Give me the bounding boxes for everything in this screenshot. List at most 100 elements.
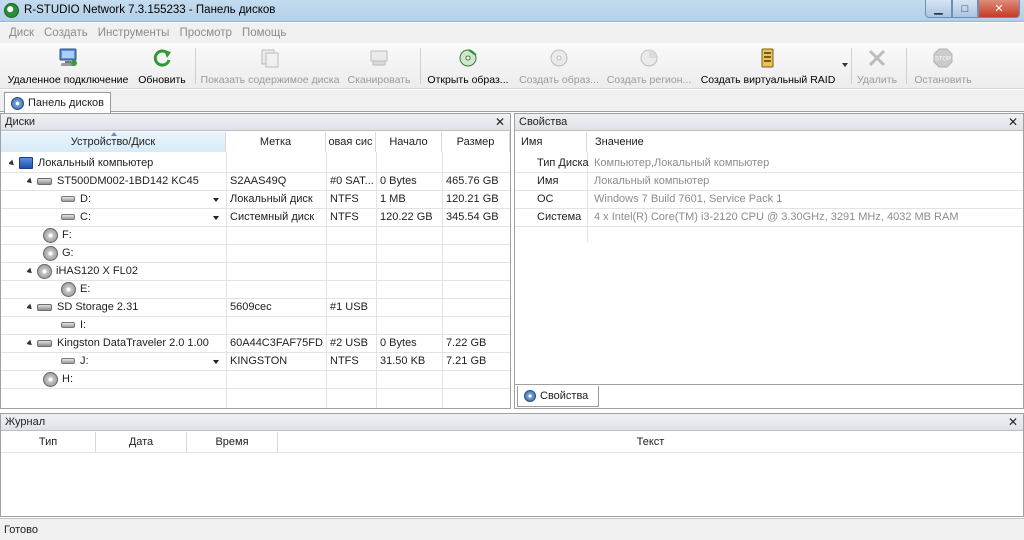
network-computer-icon	[57, 47, 79, 69]
menu-bar: Диск Создать Инструменты Просмотр Помощь	[0, 23, 1024, 43]
menu-help[interactable]: Помощь	[237, 27, 291, 39]
create-virtual-raid-button[interactable]: Создать виртуальный RAID	[700, 45, 836, 87]
tab-properties-label: Свойства	[540, 390, 589, 402]
column-start[interactable]: Начало	[376, 132, 442, 152]
device-name: I:	[80, 319, 87, 331]
column-name-label: Имя	[521, 136, 543, 148]
filesystem-cell: NTFS	[330, 355, 359, 367]
start-cell: 1 MB	[380, 193, 406, 205]
device-name: H:	[62, 373, 73, 385]
menu-disk[interactable]: Диск	[4, 27, 39, 39]
column-size[interactable]: Размер	[442, 132, 510, 152]
table-row-sd-storage[interactable]: SD Storage 2.31	[27, 298, 138, 316]
column-date[interactable]: Дата	[96, 432, 187, 452]
property-value: 4 x Intel(R) Core(TM) i3-2120 CPU @ 3.30…	[594, 211, 959, 223]
column-text-label: Текст	[636, 436, 665, 448]
tab-disk-panel[interactable]: Панель дисков	[4, 92, 111, 113]
disks-pane-close-button[interactable]: ✕	[495, 115, 505, 129]
tab-properties[interactable]: Свойства	[517, 386, 599, 407]
column-type[interactable]: Тип	[1, 432, 96, 452]
maximize-button[interactable]: □	[952, 0, 978, 18]
table-row-volume-c[interactable]: C:	[61, 208, 91, 226]
size-cell: 7.22 GB	[446, 337, 487, 349]
hard-drive-icon	[37, 339, 52, 347]
menu-tools[interactable]: Инструменты	[93, 27, 175, 39]
create-region-label: Создать регион...	[606, 74, 692, 86]
refresh-label: Обновить	[138, 74, 186, 86]
start-cell: 120.22 GB	[380, 211, 433, 223]
device-name: G:	[62, 247, 74, 259]
close-window-button[interactable]: ✕	[978, 0, 1020, 18]
volume-icon	[61, 358, 75, 364]
table-row-drive-h[interactable]: H:	[43, 370, 73, 388]
show-disk-contents-button[interactable]: Показать содержимое диска	[200, 45, 340, 87]
properties-pane: Свойства ✕ Имя Значение Тип Диска Компью…	[514, 113, 1024, 409]
table-row-volume-i[interactable]: I:	[61, 316, 86, 334]
toolbar-separator	[906, 48, 907, 84]
disk-contents-icon	[259, 47, 281, 69]
collapse-arrow-icon[interactable]	[27, 303, 34, 311]
grid-line	[1, 388, 510, 389]
delete-button[interactable]: Удалить	[854, 45, 900, 87]
table-row-drive-e[interactable]: E:	[61, 280, 90, 298]
tab-divider	[515, 384, 1023, 385]
column-label[interactable]: Метка	[226, 132, 326, 152]
tab-disk-panel-label: Панель дисков	[28, 97, 105, 109]
stop-button[interactable]: STOP Остановить	[910, 45, 976, 87]
scan-button[interactable]: Сканировать	[344, 45, 414, 87]
table-row-volume-j[interactable]: J:	[61, 352, 89, 370]
column-filesystem[interactable]: овая сис	[326, 132, 376, 152]
filesystem-cell: NTFS	[330, 193, 359, 205]
table-row-kingston[interactable]: Kingston DataTraveler 2.0 1.00	[27, 334, 209, 352]
column-value[interactable]: Значение	[587, 132, 1023, 152]
disk-panel-icon	[11, 96, 24, 110]
toolbar-separator	[851, 48, 852, 84]
device-name: C:	[80, 211, 91, 223]
menu-view[interactable]: Просмотр	[174, 27, 237, 39]
filesystem-cell: NTFS	[330, 211, 359, 223]
device-name: D:	[80, 193, 91, 205]
device-name: ST500DM002-1BD142 KC45	[57, 175, 199, 187]
device-name: E:	[80, 283, 91, 295]
collapse-arrow-icon[interactable]	[27, 267, 34, 275]
collapse-arrow-icon[interactable]	[9, 159, 16, 167]
window-title: R-STUDIO Network 7.3.155233 - Панель дис…	[24, 4, 276, 16]
row-dropdown-arrow[interactable]	[213, 216, 219, 220]
column-time[interactable]: Время	[187, 432, 278, 452]
open-image-button[interactable]: Открыть образ...	[424, 45, 512, 87]
row-dropdown-arrow[interactable]	[213, 360, 219, 364]
minimize-button[interactable]: ▁	[925, 0, 952, 18]
create-image-label: Создать образ...	[519, 74, 599, 86]
size-cell: 120.21 GB	[446, 193, 499, 205]
remote-connect-button[interactable]: Удаленное подключение	[6, 45, 130, 87]
virtual-raid-dropdown-arrow[interactable]	[842, 63, 848, 67]
device-name: iHAS120 X FL02	[56, 265, 138, 277]
table-row-volume-d[interactable]: D:	[61, 190, 91, 208]
table-row-hdd-st500[interactable]: ST500DM002-1BD142 KC45	[27, 172, 199, 190]
table-row-optical-ihas120[interactable]: iHAS120 X FL02	[27, 262, 138, 280]
status-bar: Готово	[0, 518, 1024, 540]
row-dropdown-arrow[interactable]	[213, 198, 219, 202]
table-row-drive-f[interactable]: F:	[43, 226, 72, 244]
refresh-button[interactable]: Обновить	[134, 45, 190, 87]
create-region-button[interactable]: Создать регион...	[604, 45, 694, 87]
grid-line	[515, 172, 1023, 173]
collapse-arrow-icon[interactable]	[27, 339, 34, 347]
start-cell: 31.50 KB	[380, 355, 426, 367]
log-pane-close-button[interactable]: ✕	[1008, 415, 1018, 429]
table-row-drive-g[interactable]: G:	[43, 244, 74, 262]
device-name: Локальный компьютер	[38, 157, 154, 169]
collapse-arrow-icon[interactable]	[27, 177, 34, 185]
log-pane-header: Журнал ✕	[1, 414, 1023, 431]
column-type-label: Тип	[38, 436, 58, 448]
properties-pane-title: Свойства	[519, 116, 568, 128]
column-text[interactable]: Текст	[278, 432, 1023, 452]
menu-create[interactable]: Создать	[39, 27, 93, 39]
virtual-raid-icon	[757, 47, 779, 69]
disks-pane-title: Диски	[5, 116, 36, 128]
properties-pane-close-button[interactable]: ✕	[1008, 115, 1018, 129]
create-image-button[interactable]: Создать образ...	[516, 45, 602, 87]
volume-icon	[61, 196, 75, 202]
column-name[interactable]: Имя	[515, 132, 587, 152]
table-row-local-computer[interactable]: Локальный компьютер	[9, 154, 153, 172]
